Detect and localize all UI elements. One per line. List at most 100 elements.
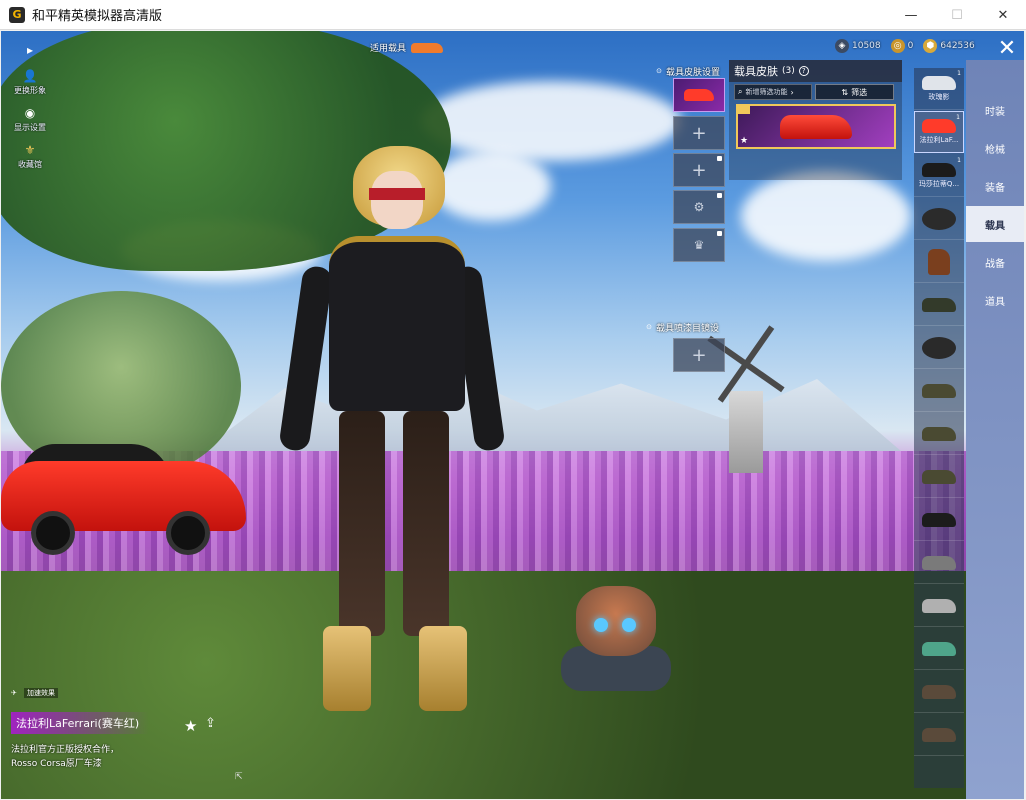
skin-count: (3)	[782, 66, 795, 76]
category-sidebar: 时装 枪械 装备 载具 战备 道具	[966, 60, 1024, 799]
jeep-icon	[922, 469, 956, 484]
pet-robot[interactable]	[541, 586, 691, 696]
plus-icon: +	[691, 159, 707, 181]
coin-gold-icon: ◎	[890, 39, 905, 53]
paint-slot[interactable]: +	[673, 338, 725, 372]
vehicle-item[interactable]	[914, 456, 964, 498]
hud-item-display-settings[interactable]: ◉ 显示设置	[9, 104, 51, 133]
vehicle-item[interactable]	[914, 671, 964, 713]
vehicle-count: 1	[957, 157, 961, 164]
hud-label: 收藏馆	[18, 160, 42, 169]
help-icon[interactable]: ?	[798, 66, 809, 76]
vehicle-item[interactable]	[914, 499, 964, 541]
robot-eye	[622, 618, 636, 632]
vehicle-item[interactable]	[914, 370, 964, 412]
boost-icon: ✈	[11, 689, 17, 697]
currency-item: ◎ 0	[890, 39, 914, 53]
skin-slot-2[interactable]: +	[673, 116, 725, 150]
lock-icon	[717, 193, 722, 198]
lock-icon	[717, 156, 722, 161]
skin-slot-1[interactable]	[673, 78, 725, 112]
vehicle-item[interactable]	[914, 413, 964, 455]
vehicle-item[interactable]	[914, 327, 964, 369]
skin-name-banner: 法拉利LaFerrari(赛车红)	[11, 712, 149, 734]
applicable-vehicle[interactable]: 适用载具	[370, 41, 444, 54]
lock-icon	[717, 231, 722, 236]
filter-button[interactable]: ⇅ 筛选	[814, 84, 894, 100]
vehicle-item[interactable]	[914, 241, 964, 283]
share-icon[interactable]: ⇪	[205, 716, 216, 731]
vehicle-item[interactable]: 玫瑰影 1	[914, 68, 964, 110]
motorcycle-icon	[922, 207, 956, 230]
eye-icon: ◉	[24, 106, 36, 120]
vehicle-item[interactable]	[914, 628, 964, 670]
vehicle-model[interactable]	[1, 436, 246, 555]
cloud	[741, 171, 911, 261]
vehicle-label: 玛莎拉蒂Q...	[918, 179, 960, 188]
vehicle-item-selected[interactable]: 法拉利LaF... 1	[914, 111, 964, 153]
vehicle-thumbnail-icon	[922, 162, 956, 177]
window-titlebar: G 和平精英模拟器高清版 — ☐ ✕	[0, 0, 1026, 30]
skin-slot-5[interactable]: ♛	[673, 228, 725, 262]
vehicle-count: 1	[957, 70, 961, 77]
jeep-icon	[922, 383, 956, 398]
filter-label: 筛选	[851, 87, 868, 97]
category-supplies[interactable]: 战备	[966, 244, 1024, 280]
slot-header-label: 载具喷漆目镜设	[656, 323, 720, 334]
vehicle-thumbnail-icon	[922, 119, 956, 133]
star-icon: ★	[740, 136, 749, 146]
slot-header-label: 载具皮肤设置	[666, 67, 721, 78]
search-icon: ⌕	[738, 87, 743, 96]
hud-item-expand[interactable]: ▸	[9, 41, 51, 59]
hud-item-collection[interactable]: ⚜ 收藏馆	[9, 141, 51, 170]
character-boot	[419, 626, 467, 711]
category-equipment[interactable]: 装备	[966, 168, 1024, 204]
robot-eye	[594, 618, 608, 632]
coin-dark-icon: ◈	[835, 39, 849, 53]
left-hud: ▸ 👤 更换形象 ◉ 显示设置 ⚜ 收藏馆	[9, 41, 51, 178]
vehicle-item[interactable]	[914, 284, 964, 326]
character-model[interactable]	[278, 146, 506, 716]
bus-icon	[922, 641, 956, 656]
scroll-hint-icon: ⇱	[235, 772, 243, 782]
vehicle-item[interactable]	[914, 714, 964, 756]
skin-panel-title-bar: 载具皮肤 (3) ?	[729, 60, 902, 82]
emblem-icon: ⚙	[693, 200, 705, 214]
skin-search-input[interactable]: ⌕ 新增筛选功能 ›	[734, 84, 812, 100]
category-props[interactable]: 道具	[966, 282, 1024, 318]
atv-icon	[922, 297, 956, 312]
category-outfit[interactable]: 时装	[966, 92, 1024, 128]
sedan-icon	[922, 555, 956, 570]
vehicle-label: 法拉利LaF...	[919, 136, 959, 144]
character-leg	[339, 411, 385, 636]
car-thumbnail-icon	[780, 114, 852, 139]
monster-truck-icon	[922, 512, 956, 527]
hud-item-change-look[interactable]: 👤 更换形象	[9, 67, 51, 96]
vehicle-item[interactable]	[914, 542, 964, 584]
vehicle-item[interactable]	[914, 198, 964, 240]
favorite-star-icon[interactable]: ★	[184, 717, 197, 735]
window-controls: — ☐ ✕	[888, 0, 1026, 30]
character-torso	[329, 236, 465, 411]
new-badge	[738, 106, 750, 114]
skin-slot-4[interactable]: ⚙	[673, 190, 725, 224]
robot-head	[576, 586, 656, 656]
app-logo-icon: G	[9, 6, 25, 23]
vehicle-item[interactable]	[914, 585, 964, 627]
skin-search-row: ⌕ 新增筛选功能 › ⇅ 筛选	[734, 84, 894, 100]
game-scene[interactable]: ▸ 👤 更换形象 ◉ 显示设置 ⚜ 收藏馆 适用载具 ◈ 10508 ◎ 0 ⬢	[1, 31, 1024, 799]
skin-slot-3[interactable]: +	[673, 153, 725, 187]
category-vehicles[interactable]: 载具	[966, 206, 1024, 242]
vehicle-item[interactable]: 玛莎拉蒂Q... 1	[914, 155, 964, 197]
vehicle-count: 1	[956, 114, 960, 121]
skin-card-selected[interactable]: ★	[736, 104, 896, 149]
sports-car-icon	[922, 598, 956, 613]
maximize-button[interactable]: ☐	[934, 0, 980, 30]
minimize-button[interactable]: —	[888, 0, 934, 30]
car-thumbnail-icon	[684, 89, 714, 101]
currency-value: 0	[907, 41, 914, 51]
close-panel-icon[interactable]: ✕	[993, 36, 1021, 61]
close-button[interactable]: ✕	[980, 0, 1026, 30]
category-weapons[interactable]: 枪械	[966, 130, 1024, 166]
shield-coin-icon: ⬢	[923, 39, 938, 53]
